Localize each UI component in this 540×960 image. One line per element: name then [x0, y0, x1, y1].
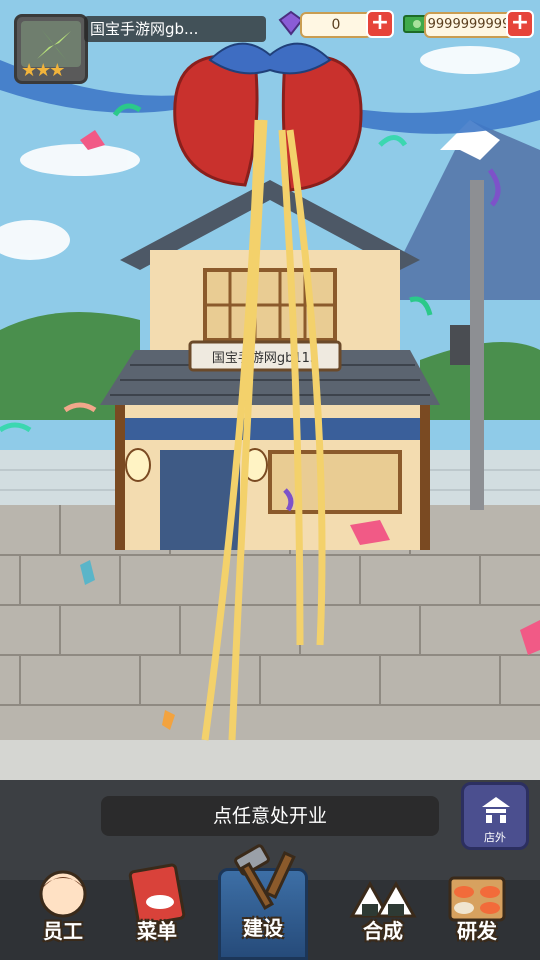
shop-name: 国宝手游网gb...	[84, 16, 266, 42]
nav-research[interactable]: 研发	[432, 860, 522, 960]
nav-build-label: 建设	[243, 916, 283, 940]
add-gems-button[interactable]: +	[366, 10, 394, 38]
gem-count: 0	[300, 12, 372, 38]
add-cash-button[interactable]: +	[506, 10, 534, 38]
nav-research-label: 研发	[457, 919, 497, 943]
outside-view-button[interactable]: 店外	[461, 782, 529, 850]
utility-pole	[470, 180, 484, 510]
electric-box	[450, 325, 470, 365]
outside-view-label: 店外	[484, 831, 506, 844]
nav-merge-label: 合成	[363, 919, 403, 943]
shop-sign-text: 国宝手游网gb115	[212, 351, 318, 366]
hammer-icon	[234, 844, 296, 910]
nav-staff[interactable]: 员工	[18, 860, 108, 960]
nav-merge[interactable]: 合成	[338, 860, 428, 960]
cash-count: 9999999999	[424, 12, 514, 38]
curb	[0, 740, 540, 780]
nav-menu[interactable]: 菜单	[112, 860, 202, 960]
nav-staff-label: 员工	[43, 919, 83, 943]
player-avatar-button[interactable]: ★★★	[14, 14, 88, 84]
rating-stars: ★★★	[21, 60, 65, 81]
nav-menu-label: 菜单	[137, 919, 177, 943]
nav-build[interactable]: 建设	[218, 844, 308, 960]
shop-outside-icon	[482, 797, 510, 823]
open-shop-hint[interactable]: 点任意处开业	[101, 796, 439, 836]
